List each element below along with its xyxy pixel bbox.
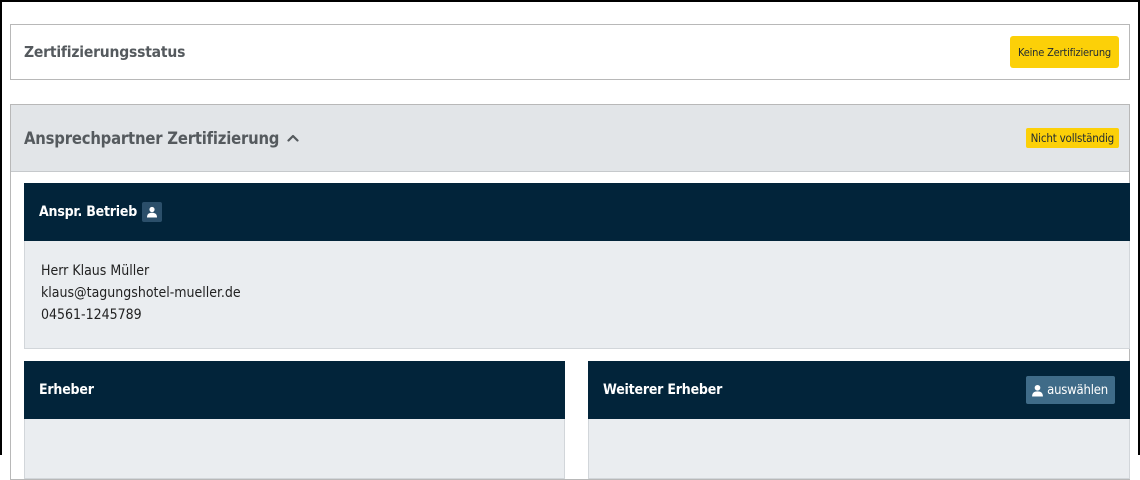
contact-certification-title: Ansprechpartner Zertifizierung (24, 128, 280, 148)
business-contact-heading: Anspr. Betrieb (39, 202, 163, 222)
additional-collector-card: Weiterer Erheber auswählen (588, 361, 1130, 479)
business-contact-title: Anspr. Betrieb (39, 204, 138, 220)
collector-header: Erheber (24, 361, 565, 419)
person-icon (1032, 384, 1044, 396)
collectors-row: Erheber Weiterer Erheber auswählen (24, 361, 1130, 479)
collector-title: Erheber (39, 382, 94, 398)
contact-phone: 04561-1245789 (41, 307, 142, 323)
contact-certification-header[interactable]: Ansprechpartner Zertifizierung Nicht vol… (11, 105, 1129, 172)
select-collector-label: auswählen (1047, 382, 1108, 398)
main-content: Zertifizierungsstatus Keine Zertifizieru… (10, 24, 1140, 480)
contact-email: klaus@tagungshotel-mueller.de (41, 285, 241, 301)
business-contact-card: Anspr. Betrieb Herr Klaus Müller klaus@t… (24, 183, 1130, 349)
additional-collector-header: Weiterer Erheber auswählen (588, 361, 1130, 419)
certification-status-panel: Zertifizierungsstatus Keine Zertifizieru… (10, 24, 1130, 80)
collector-card: Erheber (24, 361, 565, 479)
contact-certification-body: Anspr. Betrieb Herr Klaus Müller klaus@t… (11, 172, 1130, 479)
business-contact-header: Anspr. Betrieb (24, 183, 1130, 241)
certification-status-title: Zertifizierungsstatus (24, 43, 186, 61)
contact-name: Herr Klaus Müller (41, 263, 150, 279)
chevron-up-icon[interactable] (287, 132, 299, 144)
certification-status-button[interactable]: Keine Zertifizierung (1009, 36, 1119, 68)
select-collector-button[interactable]: auswählen (1026, 376, 1115, 404)
contact-certification-heading: Ansprechpartner Zertifizierung (24, 129, 299, 148)
business-contact-body: Herr Klaus Müller klaus@tagungshotel-mue… (24, 241, 1130, 349)
person-icon[interactable] (142, 202, 163, 222)
additional-collector-body (588, 419, 1130, 479)
additional-collector-title: Weiterer Erheber (603, 382, 723, 398)
contact-certification-section: Ansprechpartner Zertifizierung Nicht vol… (10, 104, 1130, 480)
status-badge: Nicht vollständig (1025, 128, 1119, 148)
collector-body (24, 419, 565, 479)
